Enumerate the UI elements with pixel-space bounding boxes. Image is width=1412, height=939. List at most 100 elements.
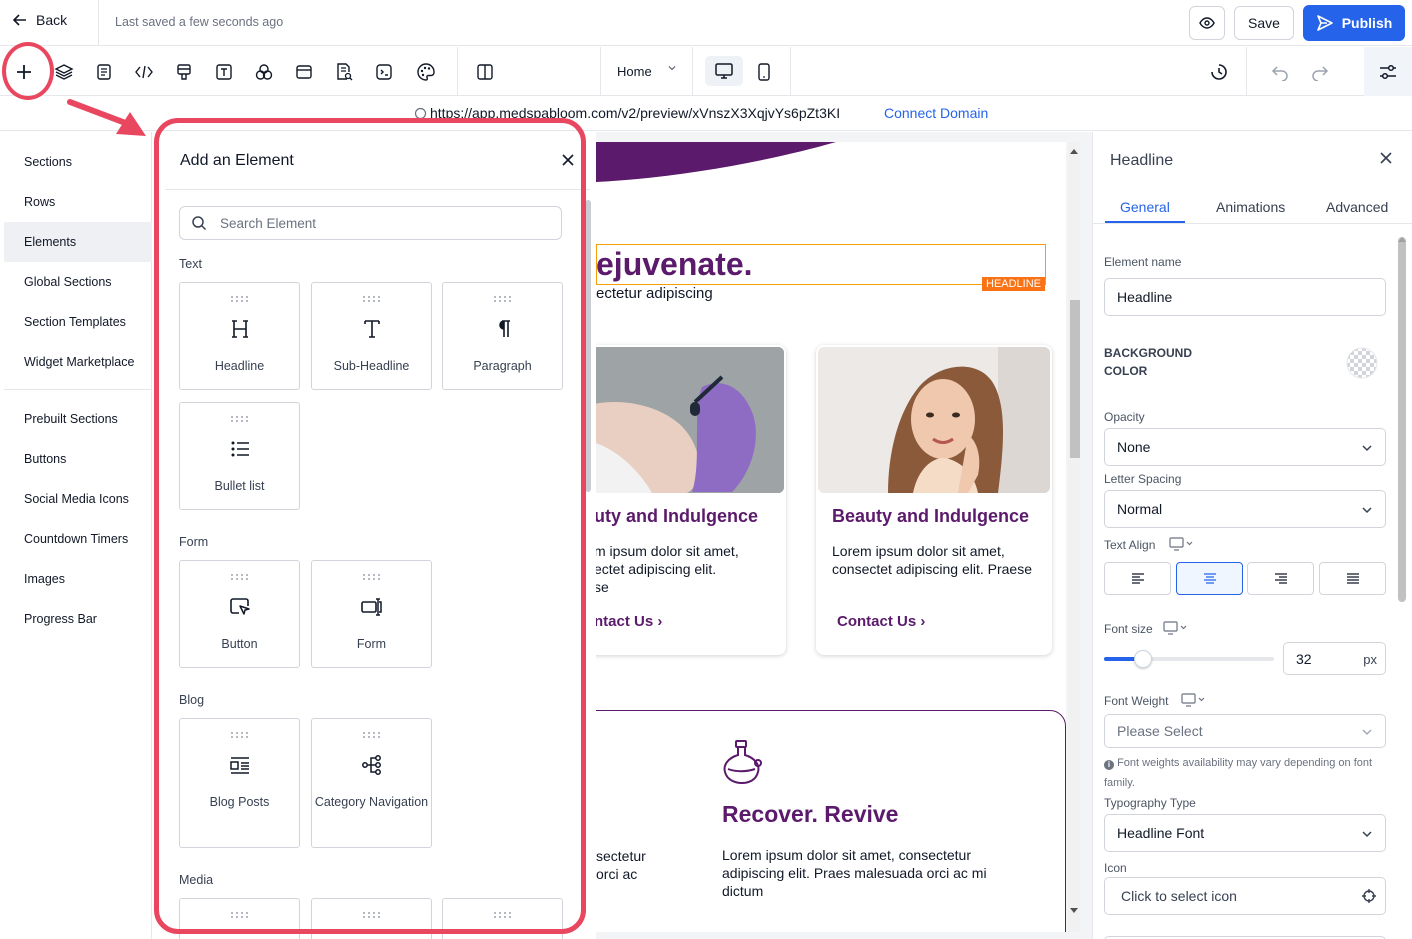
undo-button[interactable] — [1268, 60, 1292, 84]
desktop-icon[interactable] — [1181, 693, 1207, 707]
divider — [98, 0, 99, 46]
align-center-button[interactable] — [1176, 562, 1243, 595]
canvas-scroll-thumb[interactable] — [1070, 300, 1080, 458]
color-swatch-transparent-icon[interactable] — [1346, 347, 1378, 379]
page-select[interactable]: Home — [617, 64, 652, 79]
align-right-icon — [1274, 572, 1287, 584]
settings-panel-toggle[interactable] — [1364, 47, 1412, 96]
palette-button[interactable] — [414, 60, 438, 84]
chevron-right-icon: › — [920, 613, 926, 630]
code-button[interactable] — [132, 60, 156, 84]
text-button[interactable] — [212, 60, 236, 84]
back-button[interactable]: Back — [12, 12, 67, 28]
save-button[interactable]: Save — [1234, 6, 1294, 40]
desktop-icon[interactable] — [1169, 537, 1195, 551]
page-canvas: ejuvenate. HEADLINE ectetur adipiscing u… — [596, 132, 1092, 939]
close-icon[interactable] — [1378, 150, 1394, 166]
chevron-down-icon — [1362, 507, 1372, 514]
scroll-up-icon[interactable] — [1398, 236, 1406, 242]
eye-icon — [1199, 17, 1215, 29]
font-weight-placeholder: Please Select — [1117, 723, 1203, 739]
publish-button[interactable]: Publish — [1303, 5, 1405, 41]
page-icon — [97, 64, 111, 80]
align-left-button[interactable] — [1104, 562, 1171, 595]
slider-thumb[interactable] — [1134, 650, 1153, 668]
nav-item-global-sections[interactable]: Global Sections — [4, 262, 152, 302]
letter-spacing-select[interactable]: Normal — [1104, 490, 1386, 528]
page-preview[interactable]: ejuvenate. HEADLINE ectetur adipiscing u… — [596, 142, 1066, 932]
tab-general[interactable]: General — [1120, 199, 1170, 215]
contact-us-link[interactable]: Contact Us › — [837, 613, 925, 630]
mobile-view-button[interactable] — [752, 60, 776, 84]
nav-item-rows[interactable]: Rows — [4, 182, 152, 222]
redo-button[interactable] — [1308, 60, 1332, 84]
nav-item-elements[interactable]: Elements — [4, 222, 152, 262]
nav-item-buttons[interactable]: Buttons — [4, 439, 152, 479]
service-card[interactable]: uty and Indulgence m ipsum dolor sit ame… — [596, 345, 786, 655]
element-name-label: Element name — [1104, 255, 1182, 269]
highlight-rect-annotation — [154, 118, 586, 934]
browser-button[interactable] — [292, 60, 316, 84]
card-title: Beauty and Indulgence — [832, 506, 1030, 526]
nav-item-images[interactable]: Images — [4, 559, 152, 599]
opacity-label: Opacity — [1104, 410, 1145, 424]
split-view-button[interactable] — [473, 60, 497, 84]
page-headline[interactable]: ejuvenate. — [596, 246, 753, 283]
icon-picker-input[interactable]: Click to select icon — [1104, 877, 1386, 915]
note-text: Font weights availability may vary depen… — [1104, 757, 1373, 789]
chevron-down-icon — [1362, 831, 1372, 838]
card-body-line: ectet adipiscing elit. — [596, 561, 717, 577]
icon-label: Icon — [1104, 861, 1127, 875]
history-icon — [1211, 64, 1227, 80]
nav-item-prebuilt-sections[interactable]: Prebuilt Sections — [4, 399, 152, 439]
annotation-arrow — [67, 99, 146, 136]
tab-advanced[interactable]: Advanced — [1326, 199, 1388, 215]
layers-button[interactable] — [52, 60, 76, 84]
opacity-select[interactable]: None — [1104, 428, 1386, 466]
font-size-input[interactable]: 32 px — [1283, 642, 1386, 675]
font-size-slider[interactable] — [1104, 650, 1274, 668]
search-doc-button[interactable] — [332, 60, 356, 84]
shapes-button[interactable] — [252, 60, 276, 84]
connect-domain-link[interactable]: Connect Domain — [884, 105, 988, 121]
potion-bottle-icon — [723, 740, 762, 785]
scroll-down-icon[interactable] — [1070, 908, 1078, 914]
chevron-down-icon — [1362, 729, 1372, 735]
popup-button[interactable] — [172, 60, 196, 84]
scroll-up-icon[interactable] — [1070, 148, 1078, 154]
browser-icon — [296, 65, 312, 79]
publish-label: Publish — [1341, 15, 1393, 31]
back-label: Back — [36, 12, 68, 28]
desktop-view-button[interactable] — [705, 56, 743, 86]
nav-item-countdown-timers[interactable]: Countdown Timers — [4, 519, 152, 559]
arrow-left-icon — [12, 14, 26, 26]
divider — [600, 47, 601, 96]
desktop-icon[interactable] — [1163, 621, 1189, 635]
settings-scrollbar[interactable] — [1398, 237, 1406, 602]
settings-title: Headline — [1110, 152, 1174, 169]
element-name-input[interactable]: Headline — [1104, 278, 1386, 316]
contact-us-link[interactable]: ntact Us › — [596, 613, 662, 630]
align-justify-button[interactable] — [1319, 562, 1386, 595]
font-weight-select[interactable]: Please Select — [1104, 714, 1386, 748]
tab-animations[interactable]: Animations — [1216, 199, 1285, 215]
chevron-down-icon — [1362, 445, 1372, 452]
letter-spacing-value: Normal — [1117, 501, 1163, 517]
shapes-icon — [255, 64, 273, 80]
history-button[interactable] — [1207, 60, 1231, 84]
nav-item-section-templates[interactable]: Section Templates — [4, 302, 152, 342]
terminal-button[interactable] — [372, 60, 396, 84]
nav-item-widget-marketplace[interactable]: Widget Marketplace — [4, 342, 152, 382]
align-right-button[interactable] — [1247, 562, 1314, 595]
icon-picker-placeholder: Click to select icon — [1121, 888, 1237, 904]
nav-item-social-media-icons[interactable]: Social Media Icons — [4, 479, 152, 519]
nav-item-progress-bar[interactable]: Progress Bar — [4, 599, 152, 639]
pages-button[interactable] — [92, 60, 116, 84]
typography-type-select[interactable]: Headline Font — [1104, 814, 1386, 852]
page-subheadline[interactable]: ectetur adipiscing — [596, 285, 713, 302]
canvas-scrollbar[interactable] — [1068, 142, 1080, 932]
preview-button[interactable] — [1189, 6, 1225, 40]
service-card[interactable]: Beauty and Indulgence Lorem ipsum dolor … — [816, 345, 1052, 655]
typography-type-label: Typography Type — [1104, 796, 1196, 810]
header-wave-shape — [596, 142, 836, 182]
